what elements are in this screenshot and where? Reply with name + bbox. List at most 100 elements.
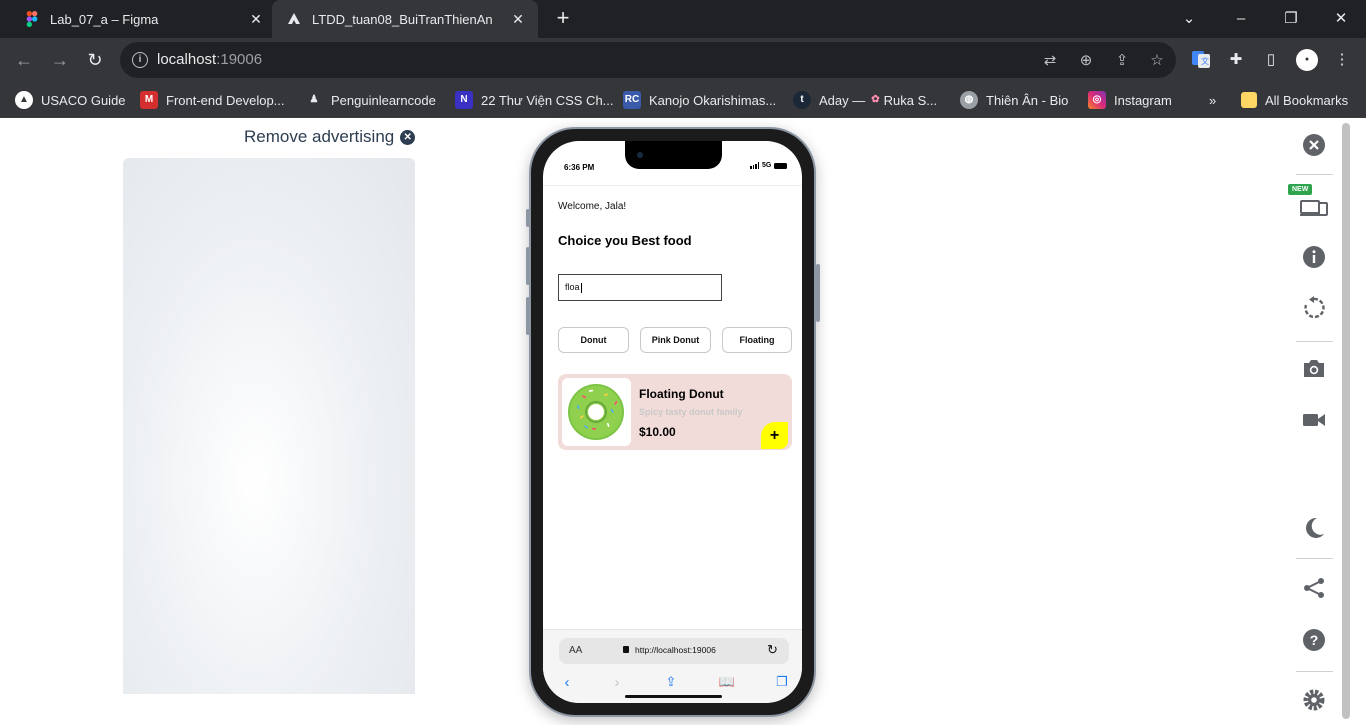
site-info-icon[interactable]: i bbox=[132, 52, 148, 68]
filter-chip-pink-donut[interactable]: Pink Donut bbox=[640, 327, 711, 353]
bookmark-aday[interactable]: t Aday — ✿ Ruka S... bbox=[793, 91, 937, 109]
iphone-frame: 6:36 PM 5G Welcome, Jala! Choice you Bes… bbox=[526, 127, 820, 717]
safari-share-icon[interactable]: ⇪ bbox=[661, 674, 681, 690]
text-caret bbox=[580, 282, 582, 293]
svg-text:?: ? bbox=[1310, 632, 1319, 648]
page-scrollbar[interactable] bbox=[1342, 123, 1350, 719]
bookmark-frontend[interactable]: M Front-end Develop... bbox=[140, 91, 285, 109]
forward-icon[interactable]: → bbox=[48, 48, 72, 72]
tab-title: Lab_07_a – Figma bbox=[50, 11, 159, 27]
remove-advertising-link[interactable]: Remove advertising ✕ bbox=[244, 127, 416, 147]
new-tab-button[interactable]: + bbox=[552, 7, 574, 29]
rail-divider bbox=[1296, 671, 1333, 672]
instagram-icon: ◎ bbox=[1088, 91, 1106, 109]
tumblr-icon: t bbox=[793, 91, 811, 109]
header-divider bbox=[543, 185, 802, 186]
bookmark-star-icon[interactable]: ☆ bbox=[1147, 51, 1167, 71]
camera-screenshot-icon[interactable] bbox=[1302, 356, 1326, 380]
notch bbox=[625, 141, 722, 169]
bookmark-kanojo[interactable]: RC Kanojo Okarishimas... bbox=[623, 91, 776, 109]
rotate-icon[interactable] bbox=[1302, 296, 1326, 320]
penguin-icon: ♟ bbox=[309, 94, 319, 105]
back-icon[interactable]: ← bbox=[12, 48, 36, 72]
figma-icon bbox=[24, 11, 40, 27]
close-tab-icon[interactable]: ✕ bbox=[510, 11, 526, 27]
silent-switch bbox=[526, 209, 530, 227]
bookmark-usaco[interactable]: ▲ USACO Guide bbox=[15, 91, 126, 109]
extensions-icon[interactable]: ✚ bbox=[1225, 49, 1247, 71]
safari-bookmarks-icon[interactable]: 📖 bbox=[717, 674, 737, 690]
translate-icon[interactable]: ⇄ bbox=[1040, 51, 1060, 71]
reader-aa-button[interactable]: AA bbox=[569, 645, 582, 656]
safari-tabs-icon[interactable]: ❐ bbox=[772, 674, 792, 690]
lock-icon bbox=[623, 646, 629, 653]
welcome-text: Welcome, Jala! bbox=[558, 201, 627, 212]
google-translate-icon[interactable]: 文 bbox=[1190, 49, 1212, 71]
rc-logo-icon: RC bbox=[623, 91, 641, 109]
tab-strip: Lab_07_a – Figma ✕ LTDD_tuan08_BuiTranTh… bbox=[0, 0, 1366, 38]
address-url[interactable]: localhost:19006 bbox=[157, 51, 262, 68]
side-panel-icon[interactable]: ▯ bbox=[1260, 49, 1282, 71]
close-window-icon[interactable]: ✕ bbox=[1329, 8, 1353, 30]
zoom-icon[interactable]: ⊕ bbox=[1076, 51, 1096, 71]
tab-search-icon[interactable]: ⌄ bbox=[1177, 8, 1201, 30]
tab-title: LTDD_tuan08_BuiTranThienAn bbox=[312, 11, 493, 27]
donut-image bbox=[562, 378, 631, 446]
bookmark-bio[interactable]: ◍ Thiên Ân - Bio bbox=[960, 91, 1068, 109]
advertisement-placeholder bbox=[123, 158, 415, 694]
expo-icon bbox=[286, 11, 302, 27]
bookmarks-bar: ▲ USACO Guide M Front-end Develop... ♟ Peng… bbox=[0, 82, 1366, 118]
close-tab-icon[interactable]: ✕ bbox=[248, 11, 264, 27]
safari-address-bar[interactable]: AA http://localhost:19006 ↻ bbox=[559, 638, 789, 664]
volume-down-button bbox=[526, 297, 530, 335]
product-card[interactable]: Floating Donut Spicy tasty donut family … bbox=[558, 374, 792, 450]
status-indicators: 5G bbox=[750, 162, 788, 169]
address-bar[interactable]: i localhost:19006 ⇄ ⊕ ⇪ ☆ bbox=[120, 42, 1176, 78]
browser-toolbar: ← → ↻ i localhost:19006 ⇄ ⊕ ⇪ ☆ 文 ✚ ▯ ● … bbox=[0, 38, 1366, 82]
video-record-icon[interactable] bbox=[1302, 408, 1326, 432]
reload-icon[interactable]: ↻ bbox=[83, 48, 107, 72]
home-indicator bbox=[625, 695, 722, 698]
safari-forward-icon[interactable]: › bbox=[607, 674, 627, 691]
close-icon[interactable] bbox=[1302, 133, 1326, 157]
filter-chip-floating[interactable]: Floating bbox=[722, 327, 792, 353]
restore-icon[interactable]: ❐ bbox=[1279, 8, 1303, 30]
bookmark-penguin[interactable]: ♟ Penguinlearncode bbox=[305, 91, 436, 109]
settings-gear-icon[interactable] bbox=[1302, 688, 1326, 712]
help-icon[interactable]: ? bbox=[1302, 628, 1326, 652]
folder-icon bbox=[1241, 92, 1257, 108]
network-label: 5G bbox=[762, 162, 772, 169]
safari-bottom-bar: AA http://localhost:19006 ↻ ‹ › ⇪ 📖 ❐ bbox=[543, 629, 802, 703]
battery-icon bbox=[774, 162, 788, 169]
power-button bbox=[816, 264, 820, 322]
bookmark-instagram[interactable]: ◎ Instagram bbox=[1088, 91, 1172, 109]
share-icon[interactable]: ⇪ bbox=[1112, 51, 1132, 71]
safari-back-icon[interactable]: ‹ bbox=[557, 674, 577, 691]
svg-text:文: 文 bbox=[1201, 56, 1209, 66]
tab-expo-app[interactable]: LTDD_tuan08_BuiTranThienAn ✕ bbox=[272, 0, 538, 38]
phone-screen: 6:36 PM 5G Welcome, Jala! Choice you Bes… bbox=[543, 141, 802, 703]
share-network-icon[interactable] bbox=[1302, 576, 1326, 600]
tab-figma[interactable]: Lab_07_a – Figma ✕ bbox=[14, 0, 276, 38]
product-description: Spicy tasty donut family bbox=[639, 407, 743, 417]
bookmark-css-library[interactable]: N 22 Thư Viện CSS Ch... bbox=[455, 91, 614, 109]
page-title: Choice you Best food bbox=[558, 233, 692, 248]
devices-icon[interactable] bbox=[1300, 193, 1328, 217]
filter-chip-donut[interactable]: Donut bbox=[558, 327, 629, 353]
add-to-cart-button[interactable]: + bbox=[761, 422, 788, 449]
close-ad-icon[interactable]: ✕ bbox=[400, 129, 416, 145]
search-input[interactable]: floa bbox=[558, 274, 722, 301]
camera-icon bbox=[637, 152, 643, 158]
safari-url: http://localhost:19006 bbox=[635, 645, 716, 655]
product-price: $10.00 bbox=[639, 425, 676, 439]
volume-up-button bbox=[526, 247, 530, 285]
safari-reload-icon[interactable]: ↻ bbox=[767, 642, 778, 658]
minimize-icon[interactable]: – bbox=[1229, 8, 1253, 30]
profile-avatar[interactable]: ● bbox=[1296, 49, 1318, 71]
info-icon[interactable] bbox=[1302, 245, 1326, 269]
dark-mode-icon[interactable] bbox=[1302, 516, 1326, 540]
more-bookmarks-button[interactable]: » bbox=[1209, 91, 1216, 109]
chrome-menu-icon[interactable]: ⋮ bbox=[1331, 49, 1353, 71]
all-bookmarks-folder[interactable]: All Bookmarks bbox=[1241, 91, 1348, 109]
status-time: 6:36 PM bbox=[564, 163, 595, 172]
